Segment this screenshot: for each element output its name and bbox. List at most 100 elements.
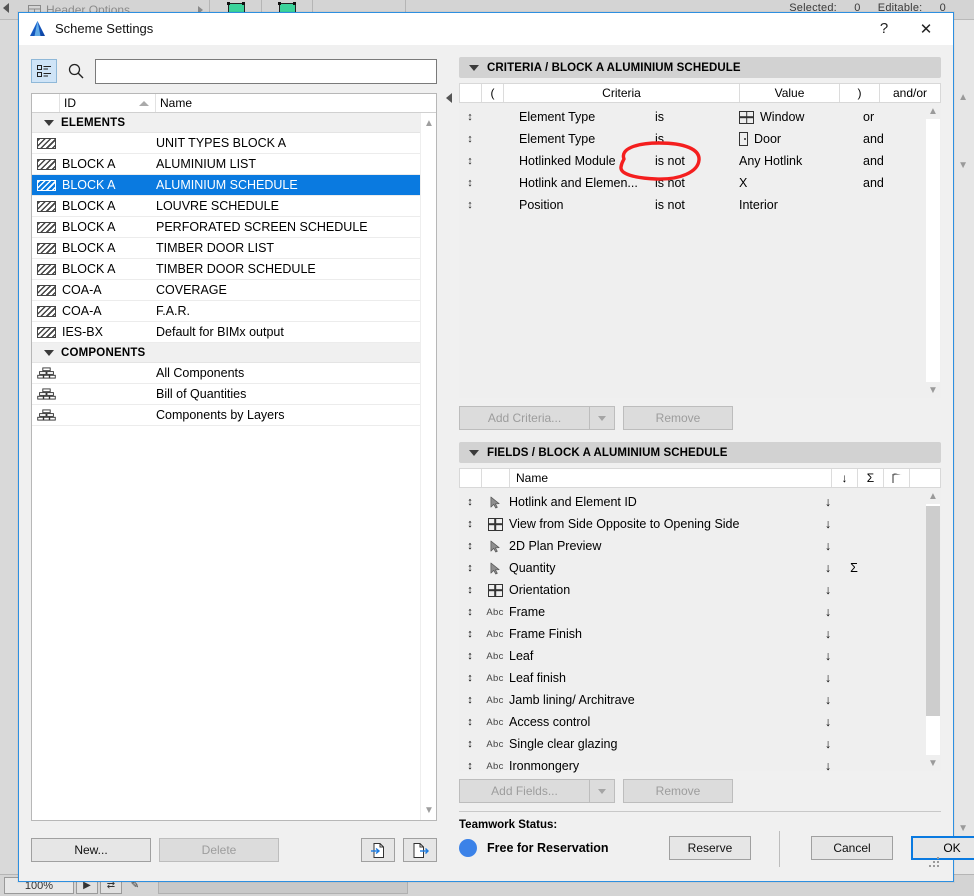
criteria-andor[interactable]: and [863, 176, 923, 190]
caret-down-icon[interactable] [44, 119, 54, 126]
field-name[interactable]: Leaf [509, 649, 815, 663]
list-group-header[interactable]: ELEMENTS [32, 113, 436, 133]
export-file-icon[interactable] [403, 838, 437, 862]
new-button[interactable]: New... [31, 838, 151, 862]
add-criteria-dropdown[interactable] [589, 406, 615, 430]
criteria-scroll-down-icon[interactable]: ▼ [925, 382, 941, 398]
criteria-name[interactable]: Element Type [503, 132, 655, 146]
scroll-up-icon[interactable]: ▲ [421, 115, 437, 131]
drag-handle-icon[interactable]: ↕ [467, 177, 473, 189]
list-item[interactable]: BLOCK A TIMBER DOOR SCHEDULE [32, 259, 436, 280]
chevron-down-icon-bg[interactable]: ▼ [958, 160, 968, 171]
drag-handle-icon[interactable]: ↕ [467, 694, 473, 706]
drag-handle-icon[interactable]: ↕ [467, 760, 473, 772]
chevron-up-icon[interactable]: ▲ [958, 92, 968, 103]
criteria-header-value[interactable]: Value [740, 84, 840, 102]
criteria-row[interactable]: ↕ Hotlink and Elemen... is not Xand [459, 172, 923, 194]
list-group-header[interactable]: COMPONENTS [32, 343, 436, 363]
field-row[interactable]: ↕ Abc Frame ↓ [459, 601, 923, 623]
caret-down-icon[interactable] [469, 449, 479, 456]
criteria-andor[interactable]: or [863, 110, 923, 124]
field-row-handle[interactable]: ↕ [459, 540, 481, 552]
criteria-andor[interactable]: and [863, 132, 923, 146]
criteria-name[interactable]: Element Type [503, 110, 655, 124]
criteria-value[interactable]: Any Hotlink [739, 154, 823, 168]
drag-handle-icon[interactable]: ↕ [467, 716, 473, 728]
criteria-rows[interactable]: ↕ Element Type is Window or ↕ Element Type is Do… [459, 103, 923, 216]
criteria-header-open-paren[interactable]: ( [482, 84, 504, 102]
field-row[interactable]: ↕ Quantity ↓ Σ [459, 557, 923, 579]
drag-handle-icon[interactable]: ↕ [467, 133, 473, 145]
field-name[interactable]: Leaf finish [509, 671, 815, 685]
drag-handle-icon[interactable]: ↕ [467, 540, 473, 552]
drag-handle-icon[interactable]: ↕ [467, 584, 473, 596]
criteria-row[interactable]: ↕ Element Type is Door and [459, 128, 923, 150]
add-fields-dropdown[interactable] [589, 779, 615, 803]
field-name[interactable]: View from Side Opposite to Opening Side [509, 517, 815, 531]
fields-scroll-down-icon[interactable]: ▼ [925, 755, 941, 771]
field-row[interactable]: ↕ Abc Single clear glazing ↓ [459, 733, 923, 755]
criteria-operator[interactable]: is [655, 132, 739, 146]
panel-splitter[interactable] [443, 57, 457, 869]
criteria-section-header[interactable]: CRITERIA / BLOCK A ALUMINIUM SCHEDULE [459, 57, 941, 78]
field-row-handle[interactable]: ↕ [459, 562, 481, 574]
field-row-handle[interactable]: ↕ [459, 672, 481, 684]
field-name[interactable]: Single clear glazing [509, 737, 815, 751]
field-row-handle[interactable]: ↕ [459, 606, 481, 618]
criteria-value[interactable]: X [739, 176, 823, 190]
fields-scroll-up-icon[interactable]: ▲ [925, 488, 941, 504]
fields-section-header[interactable]: FIELDS / BLOCK A ALUMINIUM SCHEDULE [459, 442, 941, 463]
field-name[interactable]: Frame [509, 605, 815, 619]
caret-down-icon[interactable] [44, 349, 54, 356]
field-sort-toggle[interactable]: ↓ [815, 539, 841, 553]
list-header-name[interactable]: Name [156, 94, 436, 112]
flag-icon[interactable] [884, 469, 910, 487]
list-item[interactable]: All Components [32, 363, 436, 384]
reserve-button[interactable]: Reserve [669, 836, 751, 860]
field-sort-toggle[interactable]: ↓ [815, 605, 841, 619]
drag-handle-icon[interactable]: ↕ [467, 628, 473, 640]
list-item[interactable]: BLOCK A ALUMINIUM SCHEDULE [32, 175, 436, 196]
fields-header-sum[interactable]: Σ [858, 469, 884, 487]
drag-handle-icon[interactable]: ↕ [467, 738, 473, 750]
add-fields-button[interactable]: Add Fields... [459, 779, 615, 803]
criteria-row-handle[interactable]: ↕ [459, 133, 481, 145]
drag-handle-icon[interactable]: ↕ [467, 606, 473, 618]
field-row-handle[interactable]: ↕ [459, 716, 481, 728]
list-item[interactable]: COA-A F.A.R. [32, 301, 436, 322]
field-name[interactable]: Jamb lining/ Architrave [509, 693, 815, 707]
list-view-icon[interactable] [31, 59, 57, 83]
criteria-row[interactable]: ↕ Element Type is Window or [459, 106, 923, 128]
search-icon[interactable] [65, 63, 87, 79]
delete-button[interactable]: Delete [159, 838, 279, 862]
criteria-scrollbar[interactable]: ▲ ▼ [925, 103, 941, 398]
fields-header-name[interactable]: Name [510, 469, 832, 487]
fields-scrollbar[interactable]: ▲ ▼ [925, 488, 941, 771]
field-row[interactable]: ↕ Abc Jamb lining/ Architrave ↓ [459, 689, 923, 711]
field-sort-toggle[interactable]: ↓ [815, 495, 841, 509]
criteria-row-handle[interactable]: ↕ [459, 155, 481, 167]
criteria-operator[interactable]: is not [655, 198, 739, 212]
field-sort-toggle[interactable]: ↓ [815, 715, 841, 729]
criteria-name[interactable]: Hotlink and Elemen... [503, 176, 655, 190]
drag-handle-icon[interactable]: ↕ [467, 672, 473, 684]
criteria-operator[interactable]: is [655, 110, 739, 124]
scheme-list-scrollbar[interactable]: ▲ ▼ [420, 113, 436, 820]
caret-down-icon[interactable] [469, 64, 479, 71]
field-sort-toggle[interactable]: ↓ [815, 583, 841, 597]
field-name[interactable]: Ironmongery [509, 759, 815, 773]
criteria-andor[interactable]: and [863, 154, 923, 168]
field-row[interactable]: ↕ Orientation ↓ [459, 579, 923, 601]
field-row[interactable]: ↕ 2D Plan Preview ↓ [459, 535, 923, 557]
criteria-operator[interactable]: is not [655, 154, 739, 168]
import-file-icon[interactable] [361, 838, 395, 862]
ok-button[interactable]: OK [911, 836, 974, 860]
list-item[interactable]: IES-BX Default for BIMx output [32, 322, 436, 343]
field-row-handle[interactable]: ↕ [459, 496, 481, 508]
field-name[interactable]: 2D Plan Preview [509, 539, 815, 553]
field-row-handle[interactable]: ↕ [459, 694, 481, 706]
search-input[interactable] [95, 58, 437, 84]
list-item[interactable]: BLOCK A LOUVRE SCHEDULE [32, 196, 436, 217]
field-row-handle[interactable]: ↕ [459, 518, 481, 530]
field-row-handle[interactable]: ↕ [459, 650, 481, 662]
